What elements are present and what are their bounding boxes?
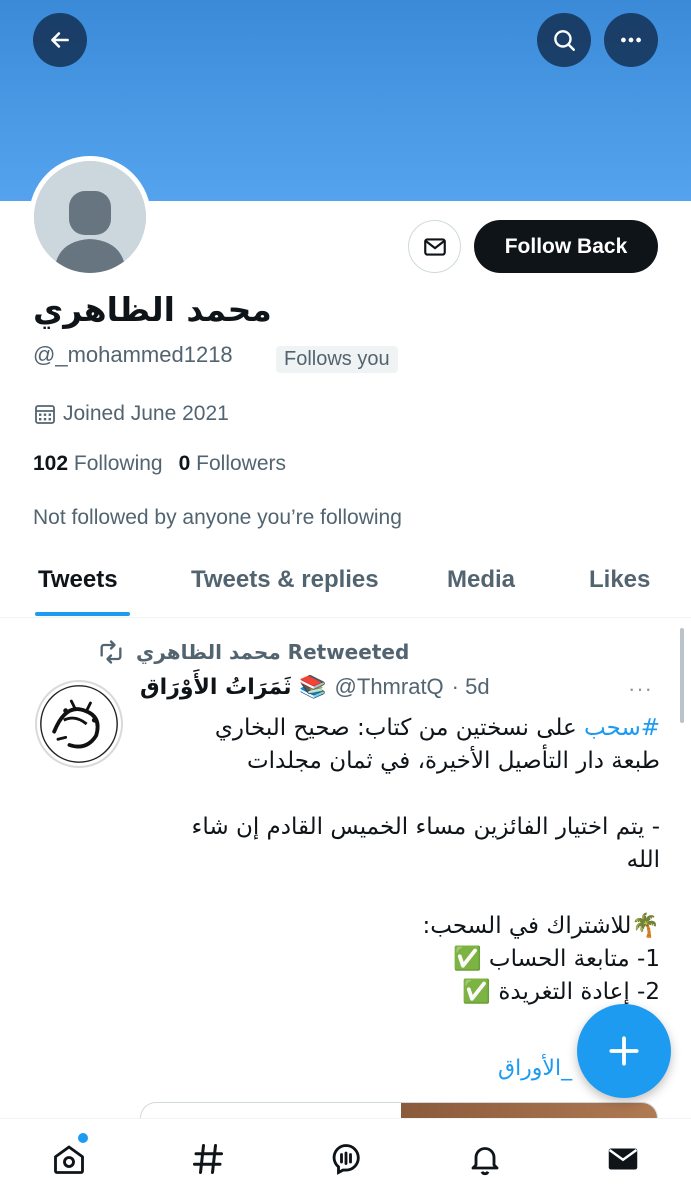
joined-date: Joined June 2021 <box>33 402 229 426</box>
avatar[interactable] <box>34 161 146 273</box>
messages-mail-icon <box>608 1148 638 1170</box>
message-button[interactable] <box>408 220 461 273</box>
more-options-button[interactable] <box>604 13 658 67</box>
joined-text: Joined June 2021 <box>63 402 229 425</box>
tweet-author-name[interactable]: ثَمَرَاتُ الأَوْرَاق 📚 <box>140 675 327 700</box>
following-link[interactable]: 102 Following <box>33 452 163 476</box>
nav-home[interactable] <box>49 1139 89 1179</box>
tweet-header: ثَمَرَاتُ الأَوْرَاق 📚 @ThmratQ · 5d <box>140 674 490 700</box>
tweet-line-6: 1- متابعة الحساب ✅ <box>452 946 660 972</box>
nav-notifications[interactable] <box>465 1139 505 1179</box>
back-button[interactable] <box>33 13 87 67</box>
retweet-context: محمد الظاهري Retweeted <box>94 638 409 666</box>
author-logo-icon <box>40 685 118 763</box>
tab-media[interactable]: Media <box>447 566 515 594</box>
tweet-time[interactable]: · 5d <box>452 674 490 700</box>
tweet-text: #سحب على نسختين من كتاب: صحيح البخاري طب… <box>140 712 660 1009</box>
spaces-icon <box>332 1144 360 1175</box>
arrow-left-icon <box>51 32 69 48</box>
home-notification-dot <box>78 1133 88 1143</box>
tab-tweets-replies[interactable]: Tweets & replies <box>191 566 379 594</box>
follow-counts: 102 Following 0 Followers <box>33 452 286 476</box>
search-button[interactable] <box>537 13 591 67</box>
tab-likes[interactable]: Likes <box>589 566 650 594</box>
nav-messages[interactable] <box>603 1139 643 1179</box>
mutual-followers-note: Not followed by anyone you’re following <box>33 506 402 529</box>
notifications-bell-icon <box>471 1147 499 1176</box>
followers-link[interactable]: 0 Followers <box>179 452 286 476</box>
calendar-icon <box>35 405 55 424</box>
active-tab-indicator <box>35 612 130 616</box>
tweet-line-3: - يتم اختيار الفائزين مساء الخميس القادم… <box>191 814 660 840</box>
follows-you-badge: Follows you <box>276 346 398 373</box>
nav-explore[interactable] <box>188 1139 228 1179</box>
more-horizontal-icon <box>621 37 641 43</box>
home-icon <box>54 1145 84 1174</box>
bottom-navigation <box>0 1118 691 1200</box>
mail-icon <box>423 237 446 256</box>
profile-handle: @_mohammed1218 <box>33 342 233 367</box>
compose-plus-icon <box>609 1036 639 1066</box>
following-label: Following <box>73 452 163 475</box>
retweet-text[interactable]: محمد الظاهري Retweeted <box>136 640 409 664</box>
tweet-blank-line <box>140 877 660 910</box>
profile-display-name: محمد الظاهري <box>33 290 272 329</box>
tweet-blank-line <box>140 778 660 811</box>
nav-spaces[interactable] <box>326 1139 366 1179</box>
followers-label: Followers <box>196 452 286 475</box>
following-count: 102 <box>33 452 69 475</box>
retweet-icon <box>100 640 122 664</box>
follow-back-button[interactable]: Follow Back <box>474 220 658 273</box>
tweet-line-2: طبعة دار التأصيل الأخيرة، في ثمان مجلدات <box>246 748 660 774</box>
tweet-line-7: 2- إعادة التغريدة ✅ <box>462 979 660 1005</box>
followers-count: 0 <box>178 452 191 475</box>
tweet-author-avatar[interactable] <box>35 680 123 768</box>
tweet-author-handle[interactable]: @ThmratQ <box>335 674 444 700</box>
tweet-line-1-text: على نسختين من كتاب: صحيح البخاري <box>214 715 585 741</box>
explore-hashtag-icon <box>193 1144 223 1174</box>
hashtag-link[interactable]: #سحب <box>584 715 660 741</box>
profile-tabs: Tweets Tweets & replies Media Likes <box>0 548 691 618</box>
tweet-more-button[interactable]: ··· <box>628 676 653 702</box>
tweet-line-5: 🌴للاشتراك في السحب: <box>422 913 660 939</box>
compose-tweet-button[interactable] <box>577 1004 671 1098</box>
tweet-line-4: الله <box>626 847 660 873</box>
profile-avatar-frame <box>29 156 151 278</box>
tab-tweets[interactable]: Tweets <box>38 566 118 594</box>
tweet-line-1: #سحب على نسختين من كتاب: صحيح البخاري <box>140 712 660 745</box>
default-avatar-icon <box>34 161 146 273</box>
scrollbar[interactable] <box>680 628 684 723</box>
search-icon <box>554 30 575 51</box>
tweet-hashtag-link[interactable]: _الأوراق <box>498 1056 572 1081</box>
